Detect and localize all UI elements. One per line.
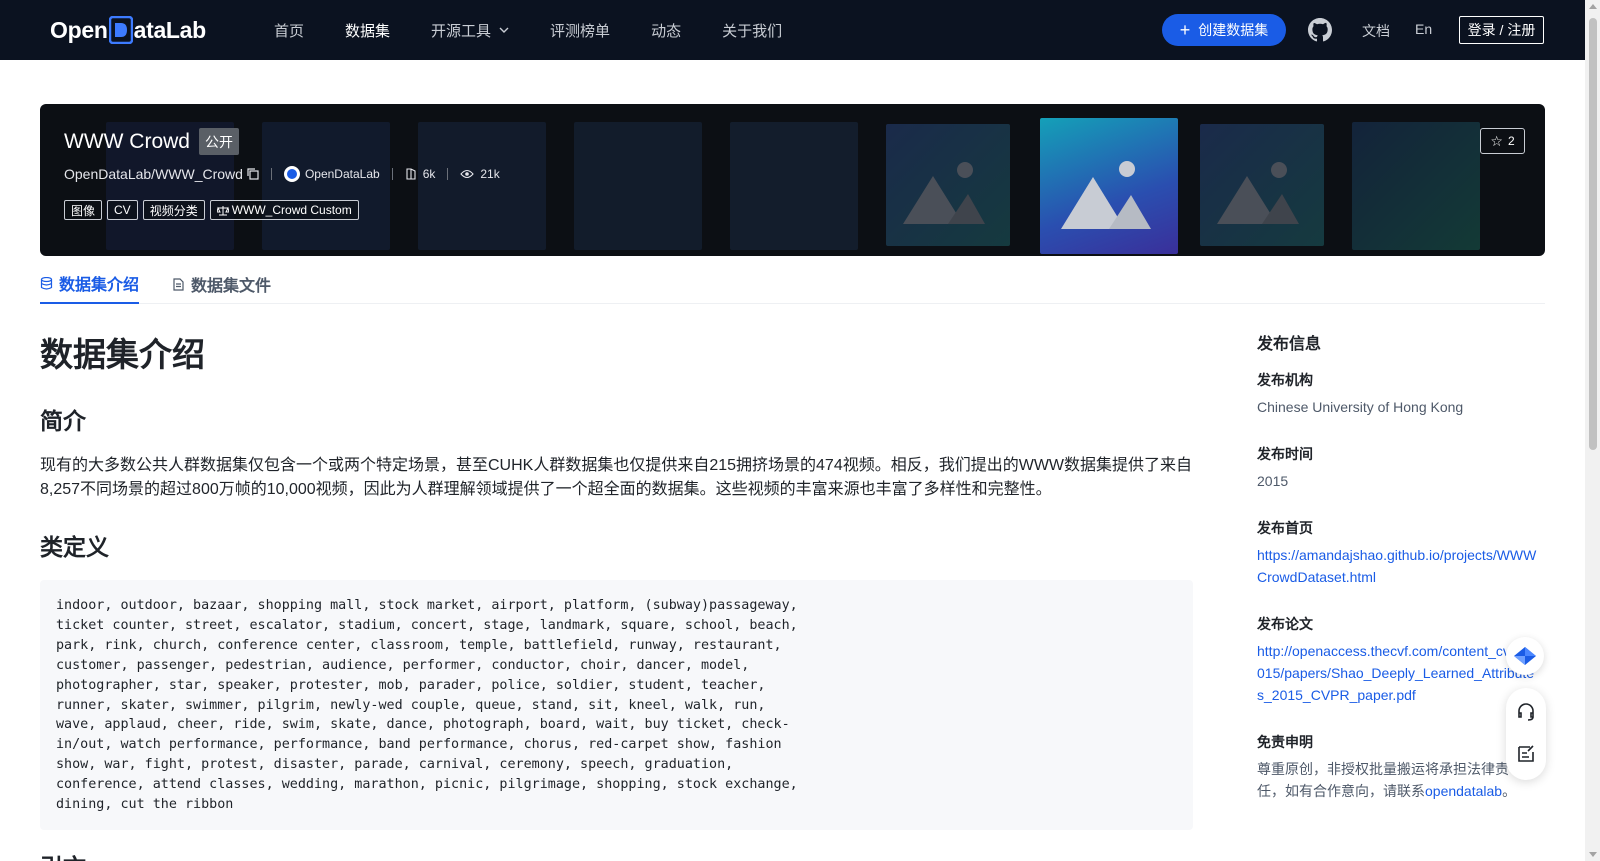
star-count: 2 [1507, 134, 1515, 148]
org-label: 发布机构 [1257, 372, 1313, 388]
license-label: WWW_Crowd Custom [231, 203, 352, 217]
tab-files-label: 数据集文件 [191, 278, 272, 295]
page-scrollbar[interactable] [1585, 0, 1600, 861]
time-value: 2015 [1257, 473, 1289, 489]
intro-paragraph: 现有的大多数公共人群数据集仅包含一个或两个特定场景，甚至CUHK人群数据集也仅提… [40, 457, 1193, 498]
headset-support-icon[interactable] [1516, 702, 1536, 722]
section-classes-heading: 类定义 [40, 534, 109, 560]
tag-video-classification[interactable]: 视频分类 [142, 200, 205, 220]
paper-label: 发布论文 [1257, 616, 1313, 632]
eye-icon [460, 169, 475, 179]
preview-thumbnail[interactable] [1200, 124, 1324, 246]
logo-text-open: Open [50, 16, 108, 43]
dataset-title-row: WWW Crowd 公开 [64, 128, 239, 155]
org-link[interactable]: OpenDataLab [283, 166, 380, 182]
preview-thumbnail [418, 122, 546, 250]
scrollbar-thumb[interactable] [1589, 18, 1597, 450]
scroll-up-arrow-icon[interactable] [1589, 4, 1597, 9]
logo-text-datalab: ataLab [133, 16, 207, 43]
homepage-label: 发布首页 [1257, 520, 1313, 536]
preview-thumbnail [730, 122, 858, 250]
database-icon [40, 276, 53, 290]
preview-thumbnail-active[interactable] [1040, 118, 1178, 254]
dataset-title: WWW Crowd [64, 129, 190, 153]
visibility-badge: 公开 [198, 128, 239, 155]
org-avatar [283, 166, 300, 182]
tab-introduction-label: 数据集介绍 [59, 277, 140, 294]
plus-icon: + [1179, 20, 1191, 40]
license-tag[interactable]: WWW_Crowd Custom [209, 200, 359, 220]
star-button[interactable]: ☆ 2 [1480, 128, 1525, 154]
class-definition-codeblock: indoor, outdoor, bazaar, shopping mall, … [40, 580, 1193, 830]
feedback-edit-icon[interactable] [1516, 744, 1536, 764]
nav-about[interactable]: 关于我们 [722, 20, 782, 41]
dataset-readme: 数据集介绍 简介 现有的大多数公共人群数据集仅包含一个或两个特定场景，甚至CUH… [40, 320, 1193, 830]
dataset-tags: 图像 CV 视频分类 WWW_Crowd Custom [64, 200, 364, 220]
tab-introduction[interactable]: 数据集介绍 [40, 264, 140, 304]
top-navbar: Open ataLab 首页 数据集 开源工具 评测榜单 动态 关于我们 + 创… [0, 0, 1585, 60]
tab-files[interactable]: 数据集文件 [172, 264, 271, 304]
nav-tools[interactable]: 开源工具 [431, 20, 509, 41]
ai-assistant-button[interactable] [1506, 637, 1544, 675]
meta-divider [391, 168, 393, 180]
github-icon[interactable] [1308, 18, 1332, 42]
tag-cv[interactable]: CV [107, 200, 138, 220]
org-name: OpenDataLab [304, 167, 380, 181]
nav-leaderboard[interactable]: 评测榜单 [550, 20, 610, 41]
file-icon [173, 277, 184, 291]
logo-d-icon [108, 15, 133, 45]
section-intro-heading: 简介 [40, 408, 86, 434]
copy-icon[interactable] [247, 168, 259, 180]
nav-home[interactable]: 首页 [274, 20, 304, 41]
view-count: 21k [460, 167, 500, 181]
disclaimer-text: 尊重原创，非授权批量搬运将承担法律责任，如有合作意向，请联系opendatala… [1257, 758, 1521, 802]
nav-news[interactable]: 动态 [651, 20, 681, 41]
dataset-banner: WWW Crowd 公开 OpenDataLab/WWW_Crowd OpenD… [40, 104, 1545, 256]
create-dataset-label: 创建数据集 [1198, 22, 1269, 38]
repo-path: OpenDataLab/WWW_Crowd [64, 166, 243, 182]
preview-thumbnail [574, 122, 702, 250]
scale-icon [216, 205, 229, 215]
preview-thumbnail [262, 122, 390, 250]
meta-divider [270, 168, 272, 180]
preview-thumbnail[interactable] [1352, 122, 1480, 250]
download-icon [406, 168, 416, 180]
diamond-logo-icon [1514, 647, 1536, 665]
release-info-sidebar: 发布信息 发布机构 Chinese University of Hong Kon… [1257, 330, 1547, 799]
image-placeholder-icon [903, 162, 985, 225]
dataset-tabs: 数据集介绍 数据集文件 [40, 264, 1545, 304]
opendatalab-logo[interactable]: Open ataLab [50, 14, 206, 46]
floating-toolbar [1506, 688, 1546, 780]
disclaimer-label: 免责申明 [1257, 734, 1313, 750]
scroll-down-arrow-icon[interactable] [1589, 852, 1597, 857]
main-nav: 首页 数据集 开源工具 评测榜单 动态 关于我们 [274, 0, 823, 60]
preview-thumbnail[interactable] [886, 124, 1010, 246]
language-switch[interactable]: En [1415, 21, 1432, 37]
release-info-title: 发布信息 [1257, 336, 1322, 353]
dataset-meta-row: OpenDataLab/WWW_Crowd OpenDataLab 6k 21k [64, 166, 500, 182]
org-value: Chinese University of Hong Kong [1257, 399, 1464, 415]
download-count-value: 6k [422, 167, 436, 181]
nav-tools-label: 开源工具 [431, 22, 492, 40]
login-register-button[interactable]: 登录 / 注册 [1459, 16, 1544, 44]
contact-link[interactable]: opendatalab [1425, 783, 1502, 799]
nav-docs[interactable]: 文档 [1362, 21, 1390, 41]
download-count: 6k [405, 167, 436, 181]
homepage-link[interactable]: https://amandajshao.github.io/projects/W… [1257, 544, 1541, 588]
disclaimer-end: 。 [1502, 783, 1517, 799]
star-icon: ☆ [1490, 132, 1503, 149]
image-placeholder-icon [1061, 160, 1151, 229]
time-label: 发布时间 [1257, 446, 1313, 462]
image-placeholder-icon [1217, 162, 1299, 225]
view-count-value: 21k [480, 167, 500, 181]
meta-divider [447, 168, 449, 180]
section-citation-heading: 引文 [40, 848, 86, 861]
paper-link[interactable]: http://openaccess.thecvf.com/content_cvp… [1257, 640, 1541, 706]
create-dataset-button[interactable]: + 创建数据集 [1162, 14, 1286, 46]
readme-title: 数据集介绍 [40, 336, 205, 373]
nav-datasets[interactable]: 数据集 [345, 20, 390, 41]
chevron-down-icon [499, 27, 509, 33]
tag-image[interactable]: 图像 [64, 200, 103, 220]
